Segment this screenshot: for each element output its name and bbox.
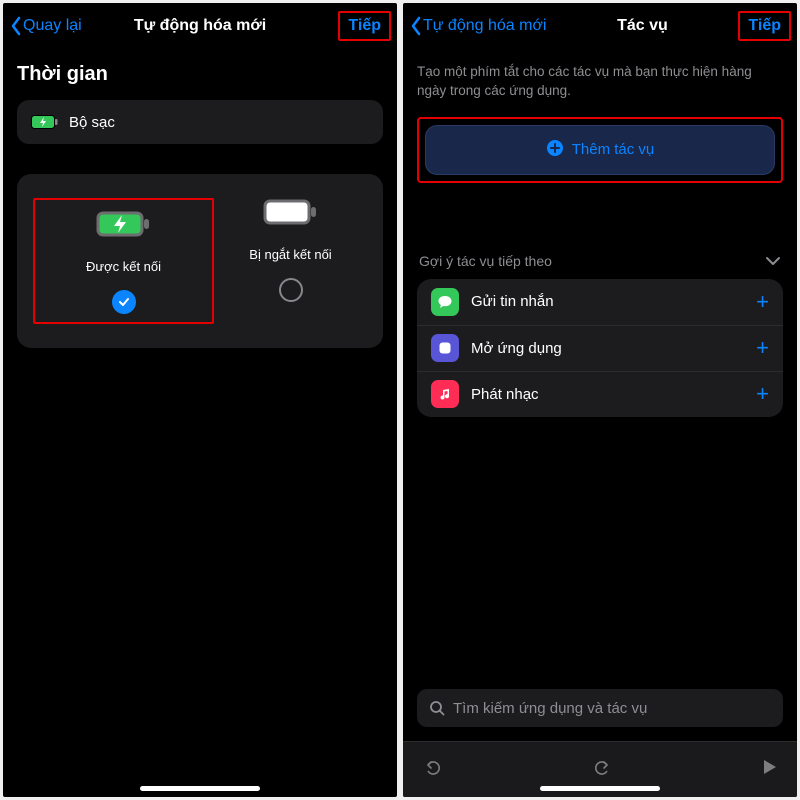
chevron-down-icon [765,253,781,269]
nav-bar: Tự động hóa mới Tác vụ Tiếp [403,3,797,49]
search-icon [429,700,445,716]
list-item-label: Phát nhạc [471,386,756,403]
list-item-label: Mở ứng dụng [471,340,756,357]
search-placeholder: Tìm kiếm ứng dụng và tác vụ [453,700,647,717]
next-button[interactable]: Tiếp [738,11,791,41]
list-item[interactable]: Mở ứng dụng + [417,325,783,371]
nav-bar: Quay lại Tự động hóa mới Tiếp [3,3,397,49]
home-indicator[interactable] [540,786,660,791]
music-icon [431,380,459,408]
option-disconnected[interactable]: Bị ngắt kết nối [214,198,367,324]
back-button[interactable]: Quay lại [9,16,82,36]
battery-connected-icon [96,210,152,243]
nav-title: Tác vụ [546,17,738,35]
open-app-icon [431,334,459,362]
back-label: Tự động hóa mới [423,17,546,35]
play-icon[interactable] [759,757,779,782]
list-item[interactable]: Phát nhạc + [417,371,783,417]
battery-disconnected-icon [263,198,319,231]
battery-charging-icon [31,114,59,130]
suggestions-header[interactable]: Gợi ý tác vụ tiếp theo [419,253,781,269]
chevron-left-icon [9,16,23,36]
back-label: Quay lại [23,17,82,35]
charger-row[interactable]: Bộ sạc [17,100,383,144]
search-input[interactable]: Tìm kiếm ứng dụng và tác vụ [417,689,783,727]
add-action-button[interactable]: Thêm tác vụ [425,125,775,175]
screen-actions: Tự động hóa mới Tác vụ Tiếp Tạo một phím… [403,3,797,797]
screen-automation-trigger: Quay lại Tự động hóa mới Tiếp Thời gian … [3,3,397,797]
plus-icon[interactable]: + [756,289,769,315]
trigger-options-card: Được kết nối Bị ngắt kết nối [17,174,383,348]
charger-row-label: Bộ sạc [69,114,115,131]
description-text: Tạo một phím tắt cho các tác vụ mà bạn t… [417,63,783,101]
back-button[interactable]: Tự động hóa mới [409,16,546,36]
option-disconnected-label: Bị ngắt kết nối [249,247,331,262]
list-item[interactable]: Gửi tin nhắn + [417,279,783,325]
suggestions-title: Gợi ý tác vụ tiếp theo [419,253,552,269]
redo-icon[interactable] [590,755,614,784]
radio-checked-icon [112,290,136,314]
plus-icon[interactable]: + [756,381,769,407]
list-item-label: Gửi tin nhắn [471,293,756,310]
section-title-time: Thời gian [17,63,383,86]
plus-icon[interactable]: + [756,335,769,361]
undo-icon[interactable] [421,755,445,784]
add-action-label: Thêm tác vụ [572,141,655,158]
option-connected[interactable]: Được kết nối [33,198,214,324]
add-action-highlight: Thêm tác vụ [417,117,783,183]
option-connected-label: Được kết nối [86,259,161,274]
suggestions-list: Gửi tin nhắn + Mở ứng dụng + Phát nhạc + [417,279,783,417]
messages-icon [431,288,459,316]
home-indicator[interactable] [140,786,260,791]
plus-circle-icon [546,139,564,161]
radio-unchecked-icon [279,278,303,302]
next-button[interactable]: Tiếp [338,11,391,41]
chevron-left-icon [409,16,423,36]
